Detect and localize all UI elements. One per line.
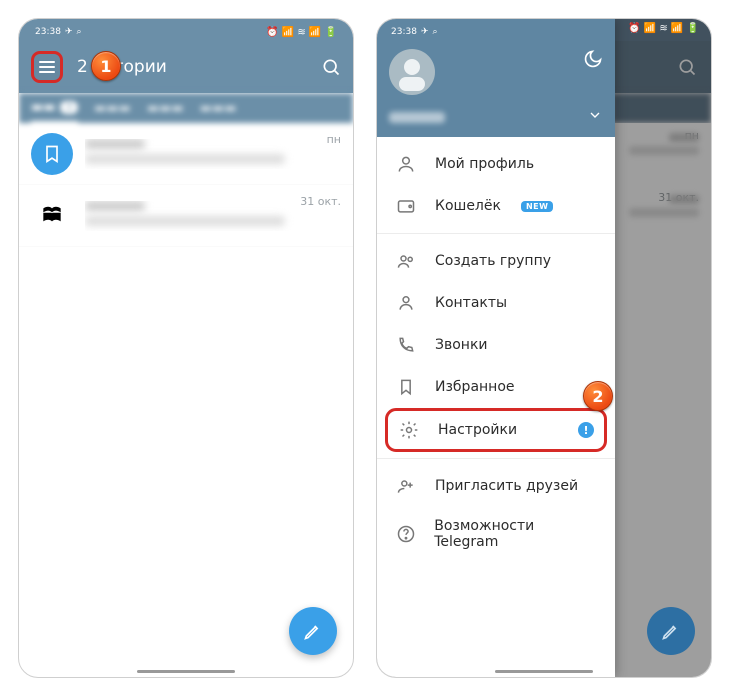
menu-invite[interactable]: Пригласить друзей — [377, 465, 615, 507]
chat-row-2[interactable]: 31 окт. — [19, 185, 353, 247]
drawer-separator — [377, 458, 615, 459]
compose-fab-dimmed — [647, 607, 695, 655]
status-sys-icons: ⏰ 📶 ≋ 📶 🔋 — [628, 23, 699, 34]
gear-icon — [398, 420, 420, 440]
drawer-status-bar: 23:38 ✈ ⌕ — [377, 19, 615, 41]
status-bar: 23:38 ✈ ⌕ ⏰ 📶 ≋ 📶 🔋 — [19, 19, 353, 41]
phone-right: пн 31 окт. 23:38 ✈ ⌕ — [376, 18, 712, 678]
new-badge: NEW — [521, 201, 553, 212]
menu-contacts[interactable]: Контакты — [377, 282, 615, 324]
menu-saved[interactable]: Избранное — [377, 366, 615, 408]
chat-info — [85, 139, 341, 169]
menu-label: Контакты — [435, 295, 507, 311]
account-name — [389, 112, 445, 123]
search-indicator-icon: ⌕ — [432, 27, 437, 37]
menu-button-highlight — [31, 51, 63, 83]
drawer-menu: Мой профиль Кошелёк NEW Создать группу К… — [377, 137, 615, 677]
menu-label: Пригласить друзей — [435, 478, 578, 494]
menu-label: Настройки — [438, 422, 517, 438]
search-button[interactable] — [321, 57, 341, 77]
tab-2[interactable]: ▬▬▬ — [94, 93, 131, 123]
tab-4[interactable]: ▬▬▬ — [200, 93, 237, 123]
bookmark-icon — [395, 377, 417, 397]
avatar-books-icon — [31, 195, 73, 237]
menu-label: Звонки — [435, 337, 488, 353]
chat-row-1[interactable]: пн — [19, 123, 353, 185]
menu-settings[interactable]: Настройки ! — [385, 408, 607, 452]
tab-3[interactable]: ▬▬▬ — [147, 93, 184, 123]
notification-dot: ! — [578, 422, 594, 438]
status-time: 23:38 — [391, 27, 417, 37]
menu-button[interactable] — [31, 51, 63, 83]
status-sys-icons: ⏰ 📶 ≋ 📶 🔋 — [266, 27, 337, 38]
menu-label: Кошелёк — [435, 198, 501, 214]
avatar-saved — [31, 133, 73, 175]
menu-calls[interactable]: Звонки — [377, 324, 615, 366]
tab-all[interactable]: ▬▬3 — [31, 93, 78, 123]
menu-wallet[interactable]: Кошелёк NEW — [377, 185, 615, 227]
hamburger-icon — [39, 61, 55, 73]
invite-icon — [395, 476, 417, 496]
drawer-separator — [377, 233, 615, 234]
wallet-icon — [395, 196, 417, 216]
app-header: 2 истории — [19, 41, 353, 93]
night-mode-toggle[interactable] — [583, 49, 603, 73]
account-avatar[interactable] — [389, 49, 435, 95]
menu-label: Мой профиль — [435, 156, 534, 172]
callout-2: 2 — [583, 381, 613, 411]
home-indicator — [495, 670, 593, 673]
menu-label: Создать группу — [435, 253, 551, 269]
menu-features[interactable]: Возможности Telegram — [377, 507, 615, 561]
profile-icon — [395, 154, 417, 174]
chat-time: 31 окт. — [300, 195, 341, 208]
compose-fab[interactable] — [289, 607, 337, 655]
status-right: ⏰ 📶 ≋ 📶 🔋 — [266, 27, 337, 38]
menu-label: Избранное — [435, 379, 515, 395]
menu-label: Возможности Telegram — [434, 518, 597, 550]
calls-icon — [395, 335, 417, 355]
search-indicator-icon: ⌕ — [76, 27, 81, 37]
status-left: 23:38 ✈ ⌕ — [35, 27, 82, 37]
menu-new-group[interactable]: Создать группу — [377, 240, 615, 282]
contacts-icon — [395, 293, 417, 313]
menu-profile[interactable]: Мой профиль — [377, 143, 615, 185]
drawer-header: 23:38 ✈ ⌕ — [377, 19, 615, 137]
telegram-indicator-icon: ✈ — [421, 27, 429, 37]
navigation-drawer: 23:38 ✈ ⌕ Мой профиль — [377, 19, 615, 677]
group-icon — [395, 251, 417, 271]
folder-tabs[interactable]: ▬▬3 ▬▬▬ ▬▬▬ ▬▬▬ — [19, 93, 353, 123]
callout-1: 1 — [91, 51, 121, 81]
tab-badge: 3 — [60, 101, 78, 114]
phone-left: 23:38 ✈ ⌕ ⏰ 📶 ≋ 📶 🔋 2 истории 1 ▬▬3 ▬▬▬ … — [18, 18, 354, 678]
telegram-indicator-icon: ✈ — [65, 27, 73, 37]
status-right: ⏰ 📶 ≋ 📶 🔋 — [628, 23, 699, 34]
help-icon — [395, 524, 416, 544]
status-time: 23:38 — [35, 27, 61, 37]
chat-time: пн — [327, 133, 341, 146]
home-indicator — [137, 670, 235, 673]
account-chevron[interactable] — [587, 107, 603, 127]
